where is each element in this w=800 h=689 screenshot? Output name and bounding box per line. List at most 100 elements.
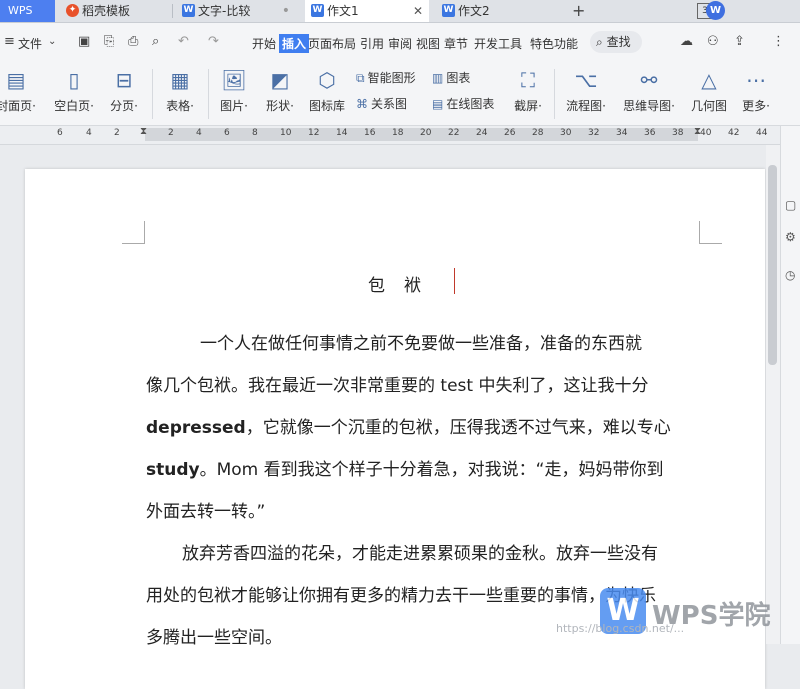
smart-graphic-button[interactable]: ⧉ 智能图形 [356,69,416,86]
file-menu[interactable]: 文件 [18,35,42,52]
ruler-number: 36 [644,128,656,138]
text-line: 外面去转一转。” [146,502,266,522]
close-icon[interactable]: ✕ [413,0,423,22]
menu-item-references[interactable]: 引用 [360,35,384,52]
page-break-button[interactable]: ⊟ 分页· [104,67,144,114]
writer-doc-icon: W [442,4,455,17]
online-chart-button[interactable]: ▤ 在线图表 [432,95,494,112]
more-icon: ⋯ [746,68,766,92]
account-avatar[interactable]: W [706,1,725,20]
document-area: 包 袱 一个人在做任何事情之前不免要做一些准备，准备的东西就 像几个包袱。我在最… [0,145,766,689]
export-pdf-icon[interactable]: ⎘ [104,34,114,49]
menu-item-features[interactable]: 特色功能 [530,35,578,52]
bold-word: depressed [146,418,246,438]
ruler-number: 12 [308,128,320,138]
smart-graphic-icon: ⧉ [356,71,365,85]
ruler-number: 20 [420,128,432,138]
right-side-panel: ▢ ⚙ ◷ [780,126,800,644]
tab-writer-compare[interactable]: W 文字-比较 • [176,0,300,22]
blank-page-button[interactable]: ▯ 空白页· [50,67,98,114]
settings-icon[interactable]: ⚙ [785,230,796,244]
save-icon[interactable]: ▣ [78,34,90,49]
wps-app-button[interactable]: WPS [0,0,55,22]
text-line: 一个人在做任何事情之前不免要做一些准备，准备的东西就 [200,334,642,354]
ruler-number: 28 [532,128,544,138]
ruler-number: 24 [476,128,488,138]
history-icon[interactable]: ◷ [785,268,795,282]
icon-library-icon: ⬡ [318,68,336,92]
picture-icon: 🖼 [221,68,247,92]
shape-button[interactable]: ◩ 形状· [260,67,300,114]
cover-page-button[interactable]: ▤ 封面页· [0,67,36,114]
ruler-number: 16 [364,128,376,138]
paragraph-1[interactable]: 一个人在做任何事情之前不免要做一些准备，准备的东西就 像几个包袱。我在最近一次非… [146,323,699,533]
table-button[interactable]: ▦ 表格· [160,67,200,114]
text-line: 放弃芳香四溢的花朵，才能走进累累硕果的金秋。放弃一些没有 [182,544,658,564]
more-options-icon[interactable]: ⋮ [772,34,785,49]
menu-item-view[interactable]: 视图 [416,35,440,52]
ruler-number: 18 [392,128,404,138]
scrollbar-thumb[interactable] [768,165,777,365]
tab-bar: WPS ✦ 稻壳模板 W 文字-比较 • W 作文1 ✕ W 作文2 + 3 W [0,0,800,23]
picture-button[interactable]: 🖼 图片· [214,67,254,114]
online-chart-icon: ▤ [432,97,444,111]
ruler-number: 6 [57,128,63,138]
panel-toggle-icon[interactable]: ▢ [785,198,796,212]
print-preview-icon[interactable]: ⌕ [152,34,159,49]
ruler-number: 26 [504,128,516,138]
ruler-number: 22 [448,128,460,138]
chevron-down-icon[interactable]: ⌄ [48,36,56,47]
tab-daoke-templates[interactable]: ✦ 稻壳模板 [60,0,170,22]
print-icon[interactable]: ⎙ [128,34,138,49]
search-box[interactable]: ⌕ 查找 [590,31,642,53]
collaborate-icon[interactable]: ⚇ [707,34,719,49]
menu-item-developer[interactable]: 开发工具 [474,35,522,52]
cover-page-icon: ▤ [6,68,26,92]
horizontal-ruler[interactable]: ⧗ ⧗ 6 4 2 2 4 6 8 10 12 14 16 18 20 22 24 26 28 30 32 34… [0,126,780,145]
geometry-button[interactable]: △ 几何图 [688,67,730,114]
menu-row: ≡ 文件 ⌄ ▣ ⎘ ⎙ ⌕ ↶ ↷ 开始 插入 页面布局 引用 审阅 视图 章… [0,23,800,63]
ruler-number: 42 [728,128,740,138]
margin-corner-mark [122,221,145,244]
tab-label: 作文2 [458,4,490,18]
source-url-watermark: https://blog.csdn.net/... [556,622,685,635]
bold-word: study [146,460,200,480]
tab-divider [172,4,173,18]
tab-label: 稻壳模板 [82,4,131,18]
more-button[interactable]: ⋯ 更多· [736,67,776,114]
geometry-icon: △ [701,68,717,92]
menu-item-review[interactable]: 审阅 [388,35,412,52]
tab-essay-1[interactable]: W 作文1 ✕ [305,0,429,22]
menu-item-insert[interactable]: 插入 [279,34,310,53]
document-title[interactable]: 包 袱 [25,271,765,296]
tab-essay-2[interactable]: W 作文2 [436,0,560,22]
undo-icon[interactable]: ↶ [178,34,189,49]
ruler-number: 30 [560,128,572,138]
vertical-scrollbar[interactable] [766,145,780,644]
screenshot-button[interactable]: ⛶ 截屏· [508,67,548,114]
menu-item-chapter[interactable]: 章节 [444,35,468,52]
share-icon[interactable]: ⇪ [734,34,745,49]
relation-chart-button[interactable]: ⌘ 关系图 [356,95,407,112]
new-tab-button[interactable]: + [572,0,585,22]
tab-label: 文字-比较 [198,4,251,18]
ruler-number: 32 [588,128,600,138]
text-cursor [454,268,455,294]
redo-icon[interactable]: ↷ [208,34,219,49]
mindmap-button[interactable]: ⚯ 思维导图· [618,67,680,114]
ruler-number: 38 [672,128,684,138]
ruler-number: 44 [756,128,768,138]
shape-icon: ◩ [270,68,290,92]
text-line: study。Mom 看到我这个样子十分着急，对我说：“走，妈妈带你到 [146,449,699,491]
screenshot-icon: ⛶ [521,68,535,92]
flowchart-button[interactable]: ⌥ 流程图· [562,67,610,114]
chart-button[interactable]: ▥ 图表 [432,69,470,86]
icon-library-button[interactable]: ⬡ 图标库 [306,67,348,114]
menu-item-start[interactable]: 开始 [252,35,276,52]
menu-item-page-layout[interactable]: 页面布局 [308,35,356,52]
left-indent-marker-icon[interactable]: ⧗ [140,126,147,137]
hamburger-menu-icon[interactable]: ≡ [4,34,15,49]
cloud-sync-icon[interactable]: ☁ [680,34,693,49]
text-line: depressed，它就像一个沉重的包袱，压得我透不过气来，难以专心 [146,407,699,449]
ruler-number: 2 [114,128,120,138]
